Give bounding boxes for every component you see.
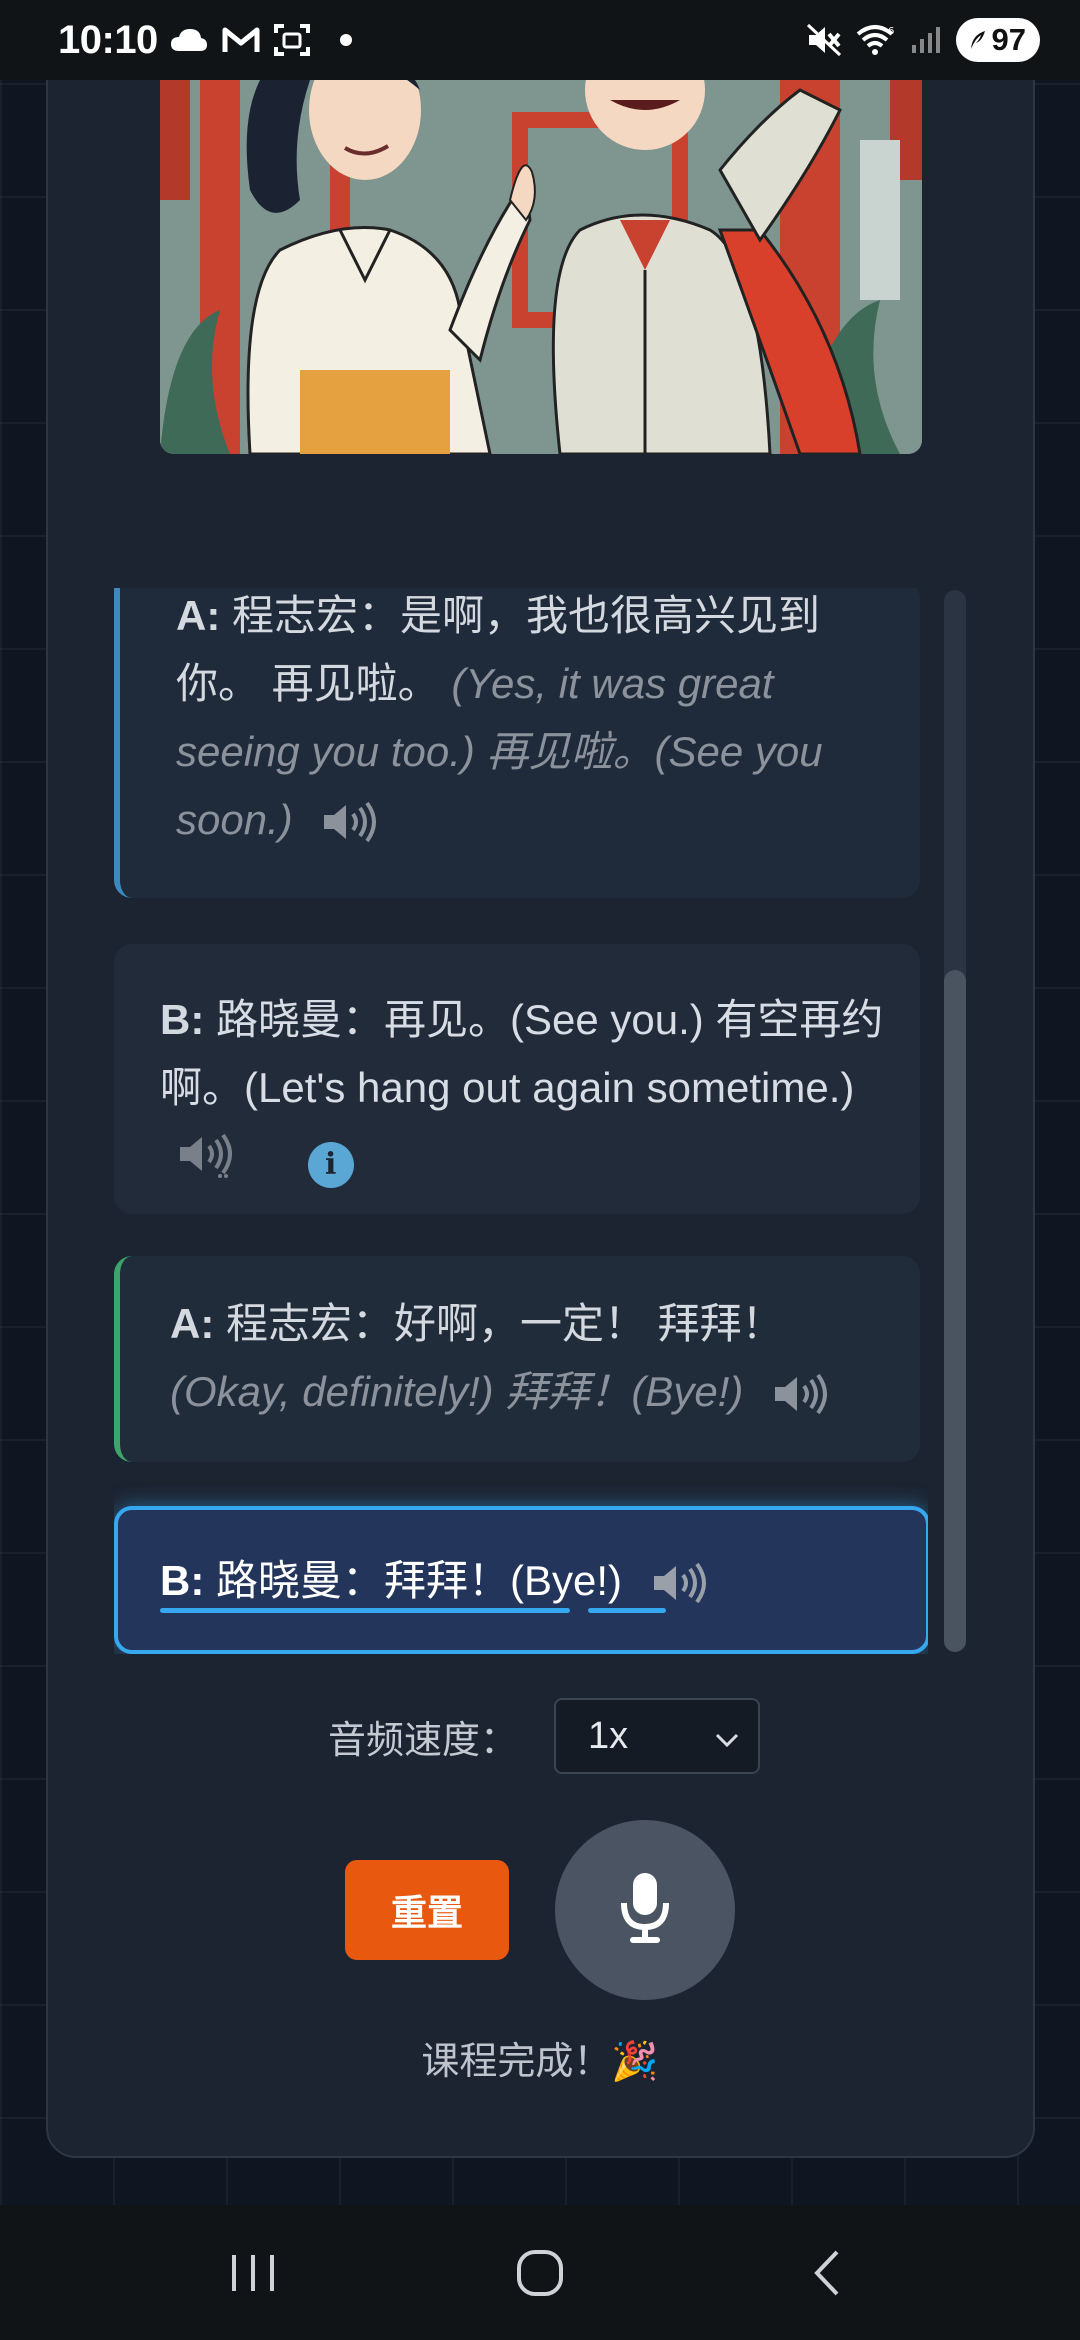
dialogue-list[interactable]: A: 程志宏：是啊，我也很高兴见到你。 再见啦。 (Yes, it was gr…: [114, 588, 928, 1654]
notification-dot-icon: [339, 34, 352, 46]
dialogue-line-a-1[interactable]: A: 程志宏：是啊，我也很高兴见到你。 再见啦。 (Yes, it was gr…: [114, 588, 920, 898]
recent-apps-button[interactable]: [193, 2233, 313, 2313]
recent-apps-icon: [232, 2254, 275, 2291]
dialogue-illustration: [160, 80, 922, 454]
line-text: 路晓曼：拜拜！(Bye!): [216, 1557, 623, 1604]
speaker-label: A:: [170, 1300, 215, 1347]
audio-speed-label: 音频速度：: [328, 1719, 519, 1762]
system-navigation-bar: [0, 2205, 1080, 2340]
home-button[interactable]: [480, 2233, 600, 2313]
status-bar: 10:10 6 97: [0, 0, 1080, 80]
microphone-button[interactable]: [555, 1820, 735, 2000]
gmail-icon: [222, 26, 260, 54]
dialogue-line-a-2[interactable]: A: 程志宏：好啊，一定！ 拜拜！ (Okay, definitely!) 拜拜…: [114, 1256, 920, 1462]
speaker-icon[interactable]: [322, 794, 380, 862]
svg-text:6: 6: [888, 26, 894, 37]
dialogue-scrollbar-thumb[interactable]: [944, 970, 966, 1652]
status-time: 10:10: [58, 17, 158, 62]
mute-icon: [806, 23, 842, 57]
screenshot-icon: [273, 23, 310, 57]
word-highlight-underline: [160, 1608, 570, 1613]
speaker-icon[interactable]: [652, 1554, 710, 1624]
speaker-label: A:: [176, 592, 221, 639]
line-translation: (Okay, definitely!) 拜拜！(Bye!): [170, 1368, 744, 1415]
speaker-icon[interactable]: [178, 1130, 236, 1198]
wifi-icon: 6: [856, 24, 896, 56]
audio-speed-select[interactable]: 1x: [554, 1698, 761, 1774]
battery-level: 97: [991, 22, 1026, 57]
microphone-icon: [618, 1871, 672, 1950]
cloud-icon: [170, 27, 208, 53]
audio-speed-value: 1x: [588, 1714, 629, 1757]
word-highlight-underline: [588, 1608, 666, 1613]
speaker-label: B:: [160, 996, 205, 1043]
reset-button[interactable]: 重置: [345, 1860, 509, 1960]
audio-speed-control: 音频速度： 1x: [328, 1698, 761, 1774]
signal-icon: [910, 25, 942, 55]
chevron-down-icon: [714, 1715, 740, 1758]
info-icon[interactable]: i: [307, 1142, 354, 1188]
line-text: 程志宏：好啊，一定！ 拜拜！: [226, 1300, 784, 1347]
speaker-label: B:: [160, 1557, 205, 1604]
lesson-complete-message: 课程完成！🎉: [421, 2041, 659, 2083]
back-icon: [813, 2250, 839, 2295]
dialogue-line-b-2-active[interactable]: B: 路晓曼：拜拜！(Bye!): [114, 1506, 928, 1654]
home-icon: [516, 2249, 563, 2296]
speaker-icon[interactable]: [773, 1366, 831, 1434]
dialogue-line-b-1[interactable]: B: 路晓曼：再见。(See you.) 有空再约啊。(Let's hang o…: [114, 944, 920, 1214]
battery-icon: 97: [955, 18, 1040, 62]
back-button[interactable]: [767, 2233, 887, 2313]
line-text: 路晓曼：再见。(See you.) 有空再约啊。(Let's hang out …: [160, 996, 884, 1111]
